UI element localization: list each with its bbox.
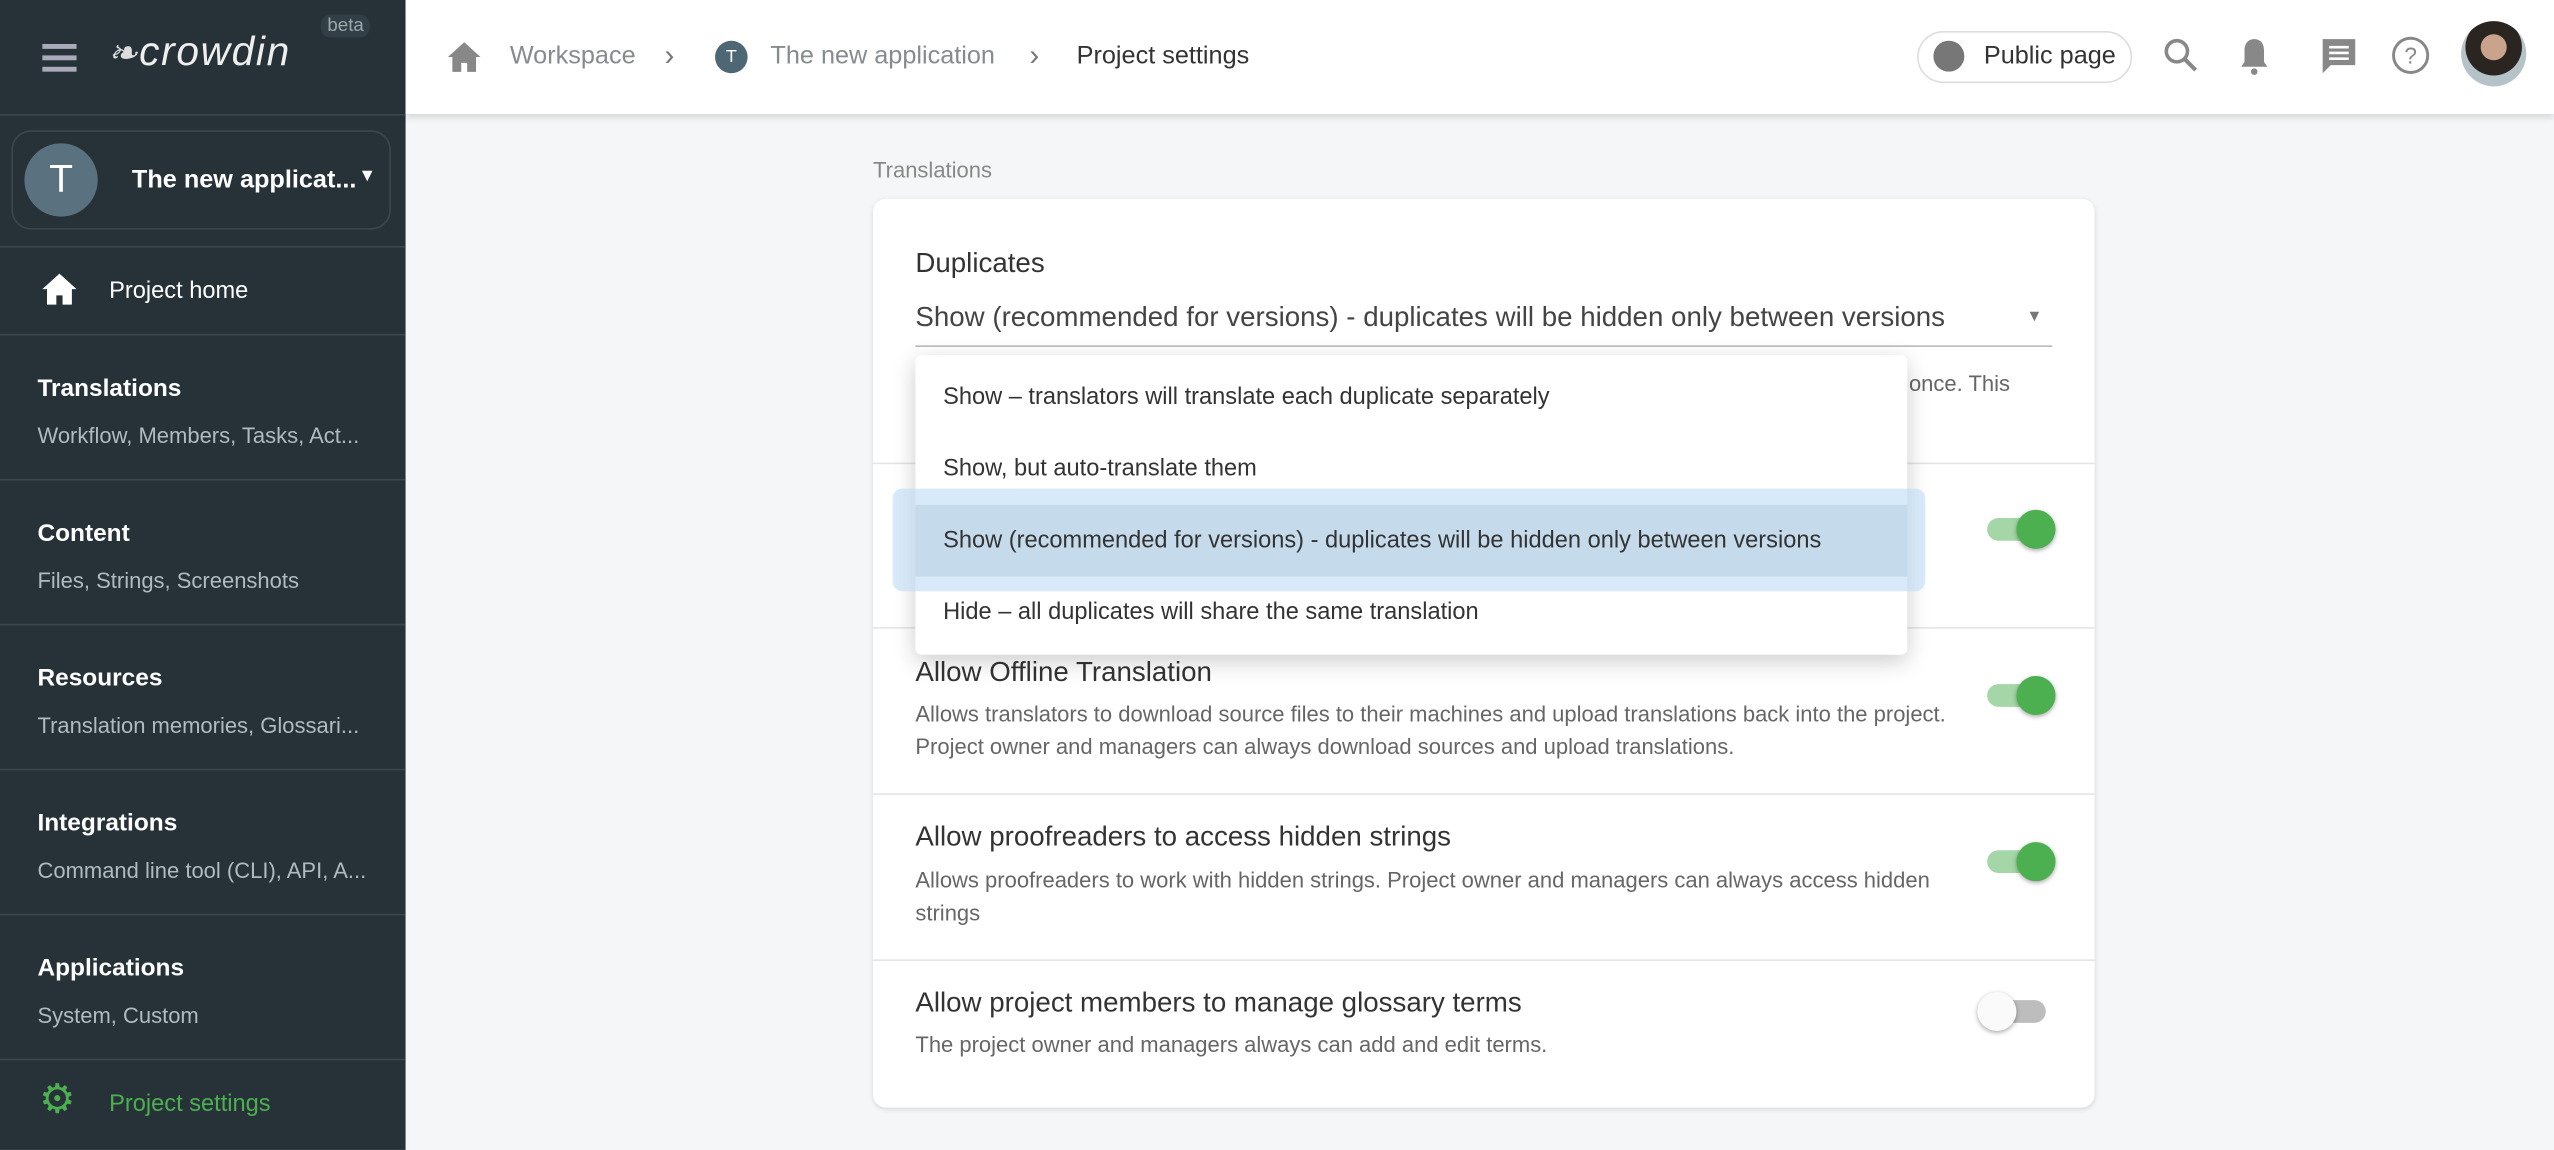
hidden-setting-toggle[interactable]	[1984, 509, 2056, 549]
duplicates-select[interactable]: Show (recommended for versions) - duplic…	[915, 296, 2053, 347]
sidebar-item-title: Applications	[37, 954, 185, 983]
home-icon[interactable]	[446, 41, 482, 74]
sidebar-item-title: Integrations	[37, 809, 178, 838]
breadcrumb-current: Project settings	[1076, 42, 1250, 71]
duplicates-dropdown-menu: Show – translators will translate each d…	[892, 355, 1926, 655]
sidebar-item-label: Project home	[109, 278, 249, 305]
home-icon	[42, 273, 77, 305]
globe-icon	[1933, 40, 1965, 72]
glossary-terms-toggle[interactable]	[1977, 991, 2052, 1032]
sidebar-item-content[interactable]: Content Files, Strings, Screenshots	[0, 480, 406, 625]
sidebar-item-applications[interactable]: Applications System, Custom	[0, 915, 406, 1060]
duplicates-hint: once. This	[1908, 371, 2011, 396]
offline-translation-toggle[interactable]	[1984, 675, 2056, 716]
project-selector[interactable]: T The new applicat... ▼	[11, 130, 391, 230]
sidebar-item-title: Translations	[37, 374, 182, 403]
breadcrumb-workspace[interactable]: Workspace	[510, 42, 636, 71]
dropdown-option-selected[interactable]: Show (recommended for versions) - duplic…	[915, 504, 1908, 577]
sidebar-item-project-home[interactable]: Project home	[0, 248, 406, 334]
setting-description: Allows proofreaders to work with hidden …	[915, 868, 1930, 926]
sidebar-item-project-settings[interactable]: ⚙ Project settings	[0, 1060, 406, 1150]
setting-description: The project owner and managers always ca…	[915, 1032, 1548, 1058]
sidebar-item-subtitle: Command line tool (CLI), API, A...	[37, 858, 367, 883]
sidebar-item-integrations[interactable]: Integrations Command line tool (CLI), AP…	[0, 770, 406, 915]
section-label: Translations	[873, 157, 992, 183]
breadcrumb-project[interactable]: The new application	[770, 42, 995, 71]
chat-icon[interactable]	[2319, 36, 2358, 78]
sidebar-item-subtitle: Workflow, Members, Tasks, Act...	[37, 423, 360, 448]
sidebar: ❧crowdin beta T The new applicat... ▼ Pr…	[0, 0, 406, 1150]
project-name: The new applicat...	[131, 166, 357, 194]
dropdown-option[interactable]: Hide – all duplicates will share the sam…	[915, 577, 1907, 649]
sidebar-item-translations[interactable]: Translations Workflow, Members, Tasks, A…	[0, 336, 406, 481]
beta-badge: beta	[320, 14, 371, 38]
chevron-right-icon: ›	[664, 39, 675, 72]
sidebar-item-title: Content	[37, 519, 130, 548]
user-avatar[interactable]	[2461, 21, 2527, 87]
duplicates-label: Duplicates	[915, 247, 1045, 279]
project-avatar-small: T	[715, 40, 748, 74]
svg-text:?: ?	[2404, 43, 2417, 69]
setting-description: Allows translators to download source fi…	[915, 702, 1946, 760]
public-page-button[interactable]: Public page	[1917, 30, 2133, 84]
public-page-label: Public page	[1983, 42, 2116, 71]
sidebar-item-subtitle: System, Custom	[37, 1003, 199, 1028]
setting-title: Allow project members to manage glossary…	[915, 987, 1522, 1018]
dropdown-option[interactable]: Show – translators will translate each d…	[915, 362, 1907, 434]
crowdin-logo[interactable]: ❧crowdin	[108, 29, 291, 76]
sidebar-item-subtitle: Files, Strings, Screenshots	[37, 568, 300, 593]
top-header: Workspace › T The new application › Proj…	[405, 0, 2554, 115]
help-icon[interactable]: ?	[2391, 36, 2430, 75]
proofreaders-hidden-strings-toggle[interactable]	[1984, 842, 2056, 882]
sidebar-item-label: Project settings	[109, 1091, 271, 1118]
gear-icon: ⚙	[39, 1076, 76, 1123]
sidebar-item-resources[interactable]: Resources Translation memories, Glossari…	[0, 625, 406, 770]
duplicates-select-value: Show (recommended for versions) - duplic…	[915, 301, 1946, 333]
setting-title: Allow Offline Translation	[915, 656, 1212, 688]
caret-down-icon: ▼	[358, 166, 377, 186]
sidebar-item-title: Resources	[37, 664, 163, 693]
project-avatar: T	[24, 143, 98, 217]
sidebar-item-subtitle: Translation memories, Glossari...	[37, 713, 360, 738]
caret-down-icon: ▼	[2026, 307, 2043, 326]
search-icon[interactable]	[2161, 36, 2200, 75]
menu-icon[interactable]	[42, 43, 77, 71]
chevron-right-icon: ›	[1029, 39, 1040, 72]
setting-title: Allow proofreaders to access hidden stri…	[915, 820, 1452, 852]
bell-icon[interactable]	[2235, 36, 2274, 78]
